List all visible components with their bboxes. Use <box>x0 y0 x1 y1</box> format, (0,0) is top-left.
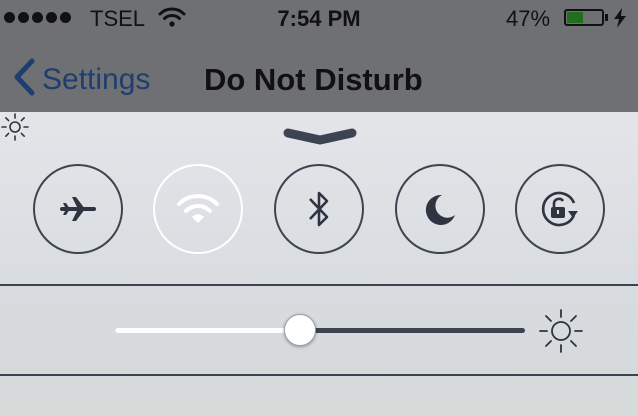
brightness-slider-thumb[interactable] <box>283 314 316 346</box>
chevron-left-icon <box>12 58 36 101</box>
battery-percent: 47% <box>506 6 551 31</box>
brightness-slider-track[interactable] <box>115 328 525 333</box>
page-title: Do Not Disturb <box>204 62 423 97</box>
airplane-mode-toggle[interactable] <box>33 164 123 254</box>
brightness-slider-fill <box>115 328 300 333</box>
navigation-bar: Settings Do Not Disturb <box>0 36 638 112</box>
do-not-disturb-toggle[interactable] <box>395 164 485 254</box>
grabber-handle-icon[interactable] <box>283 126 357 153</box>
charging-bolt-icon <box>613 8 627 33</box>
rotation-lock-icon <box>541 191 578 227</box>
wifi-icon <box>177 194 219 223</box>
rotation-lock-toggle[interactable] <box>515 164 605 254</box>
battery-tip <box>605 14 608 21</box>
moon-icon <box>425 194 455 225</box>
battery-icon <box>564 9 604 26</box>
status-bar: TSEL 7:54 PM 47% <box>0 0 638 36</box>
section-divider <box>0 284 638 286</box>
quick-toggles-row <box>0 164 638 258</box>
section-divider <box>0 374 638 376</box>
wifi-toggle[interactable] <box>153 164 243 254</box>
brightness-high-icon <box>538 308 584 359</box>
airplane-icon <box>60 197 96 221</box>
brightness-low-icon <box>0 113 30 146</box>
bluetooth-toggle[interactable] <box>274 164 364 254</box>
back-label: Settings <box>42 62 151 96</box>
back-button[interactable]: Settings <box>12 58 150 101</box>
control-center-panel <box>0 112 638 416</box>
bluetooth-icon <box>309 191 329 227</box>
